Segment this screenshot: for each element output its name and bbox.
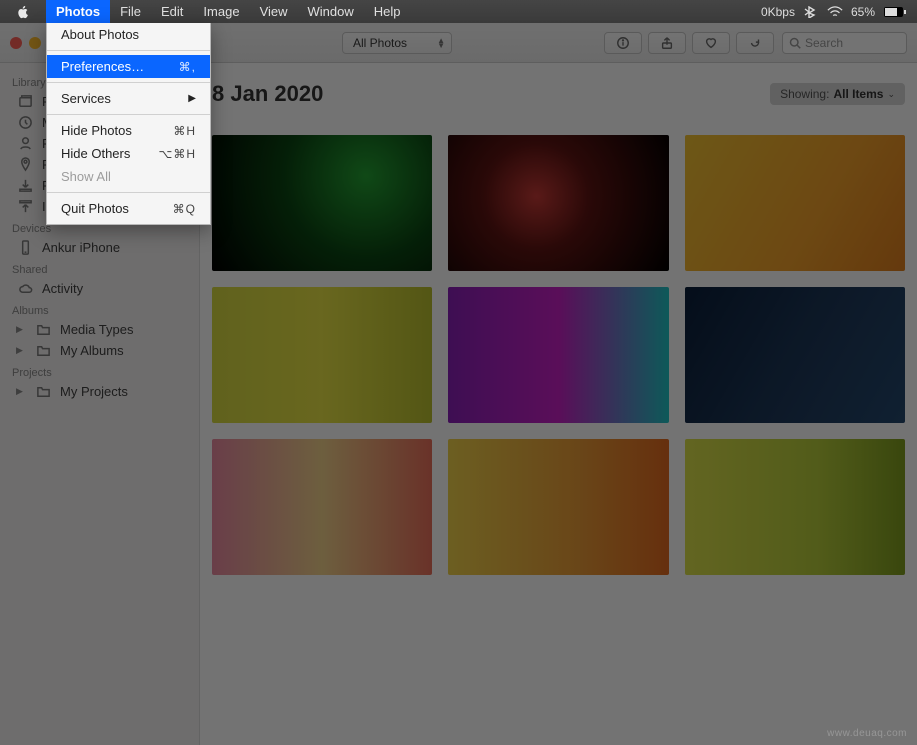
apple-logo-icon bbox=[16, 5, 30, 19]
photos-app-menu-dropdown: About Photos Preferences…⌘, Services▶ Hi… bbox=[46, 23, 211, 225]
menu-about-photos[interactable]: About Photos bbox=[47, 23, 210, 46]
menu-preferences[interactable]: Preferences…⌘, bbox=[47, 55, 210, 78]
shortcut-label: ⌥⌘H bbox=[159, 147, 197, 161]
shortcut-label: ⌘H bbox=[173, 124, 196, 138]
battery-icon[interactable] bbox=[883, 6, 907, 18]
menu-services[interactable]: Services▶ bbox=[47, 87, 210, 110]
menu-edit[interactable]: Edit bbox=[151, 0, 193, 23]
menu-hide-photos[interactable]: Hide Photos⌘H bbox=[47, 119, 210, 142]
menu-separator bbox=[47, 82, 210, 83]
menu-window[interactable]: Window bbox=[298, 0, 364, 23]
menu-hide-others[interactable]: Hide Others⌥⌘H bbox=[47, 142, 210, 165]
wifi-icon[interactable] bbox=[827, 6, 843, 18]
menu-view[interactable]: View bbox=[250, 0, 298, 23]
shortcut-label: ⌘Q bbox=[173, 202, 196, 216]
bluetooth-icon[interactable] bbox=[803, 6, 819, 18]
menu-separator bbox=[47, 114, 210, 115]
menu-quit-photos[interactable]: Quit Photos⌘Q bbox=[47, 197, 210, 220]
chevron-right-icon: ▶ bbox=[188, 93, 196, 104]
battery-percentage: 65% bbox=[851, 5, 875, 19]
menubar-status: 0Kbps 65% bbox=[761, 5, 917, 19]
network-speed: 0Kbps bbox=[761, 5, 795, 19]
apple-menu[interactable] bbox=[0, 5, 46, 19]
system-menubar: Photos File Edit Image View Window Help … bbox=[0, 0, 917, 23]
menu-separator bbox=[47, 192, 210, 193]
menu-image[interactable]: Image bbox=[193, 0, 249, 23]
menu-separator bbox=[47, 50, 210, 51]
shortcut-label: ⌘, bbox=[179, 60, 196, 74]
menu-photos[interactable]: Photos bbox=[46, 0, 110, 23]
watermark: www.deuaq.com bbox=[827, 728, 907, 739]
menu-show-all: Show All bbox=[47, 165, 210, 188]
menu-help[interactable]: Help bbox=[364, 0, 411, 23]
menu-file[interactable]: File bbox=[110, 0, 151, 23]
